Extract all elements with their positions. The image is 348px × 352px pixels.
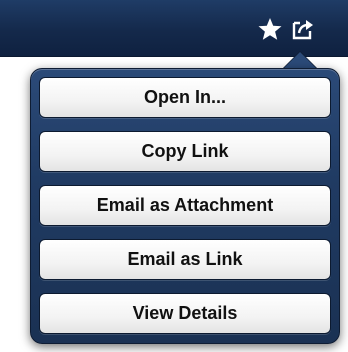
- open-in-button[interactable]: Open In...: [39, 77, 331, 118]
- view-details-button[interactable]: View Details: [39, 293, 331, 334]
- star-icon[interactable]: [257, 17, 283, 41]
- navigation-bar: [0, 0, 348, 57]
- share-popover: Open In... Copy Link Email as Attachment…: [30, 68, 340, 344]
- share-menu: Open In... Copy Link Email as Attachment…: [39, 77, 331, 334]
- popover-arrow: [283, 52, 317, 69]
- copy-link-button[interactable]: Copy Link: [39, 131, 331, 172]
- email-as-attachment-button[interactable]: Email as Attachment: [39, 185, 331, 226]
- screen: Open In... Copy Link Email as Attachment…: [0, 0, 348, 352]
- email-as-link-button[interactable]: Email as Link: [39, 239, 331, 280]
- share-icon[interactable]: [290, 17, 316, 41]
